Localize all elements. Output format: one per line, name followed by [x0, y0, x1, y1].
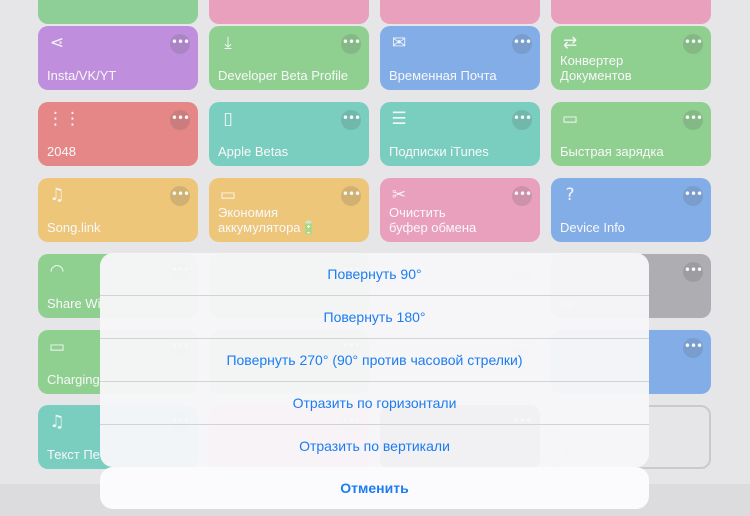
flip-vertical-button[interactable]: Отразить по вертикали — [100, 424, 649, 467]
flip-horizontal-button[interactable]: Отразить по горизонтали — [100, 381, 649, 424]
cancel-button[interactable]: Отменить — [100, 467, 649, 509]
action-sheet: Повернуть 90° Повернуть 180° Повернуть 2… — [100, 253, 649, 467]
rotate-180-button[interactable]: Повернуть 180° — [100, 295, 649, 338]
rotate-90-button[interactable]: Повернуть 90° — [100, 253, 649, 295]
rotate-270-button[interactable]: Повернуть 270° (90° против часовой стрел… — [100, 338, 649, 381]
